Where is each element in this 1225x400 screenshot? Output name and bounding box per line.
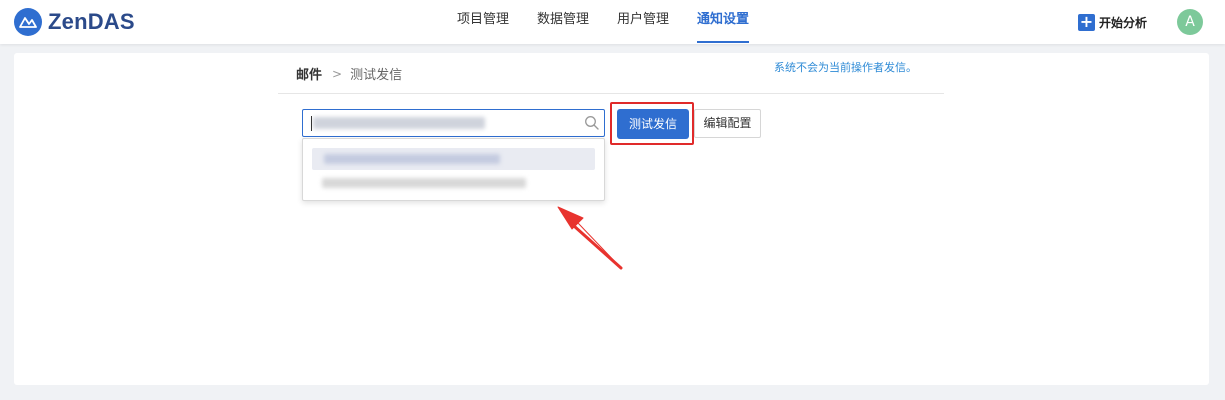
text-cursor xyxy=(311,116,312,131)
recipient-search-field[interactable] xyxy=(302,109,605,137)
breadcrumb-root[interactable]: 邮件 xyxy=(296,64,322,83)
search-icon[interactable] xyxy=(584,115,600,131)
nav-item-projects[interactable]: 项目管理 xyxy=(443,0,523,44)
plus-icon: + xyxy=(1078,11,1095,31)
start-analysis-label: 开始分析 xyxy=(1099,15,1148,30)
content-card: 邮件 > 测试发信 系统不会为当前操作者发信。 测试发信 编辑配置 xyxy=(14,53,1209,385)
test-send-button[interactable]: 测试发信 xyxy=(617,109,689,139)
nav-item-notifications[interactable]: 通知设置 xyxy=(683,0,763,44)
recipient-dropdown xyxy=(302,138,605,201)
start-analysis-button[interactable]: + 开始分析 xyxy=(1078,12,1147,32)
section-divider xyxy=(278,93,944,94)
redacted-option-text xyxy=(322,178,526,188)
logo-chart-icon xyxy=(14,8,42,36)
breadcrumb-current: 测试发信 xyxy=(350,68,403,83)
app-name: ZenDAS xyxy=(48,9,135,34)
app-logo[interactable]: ZenDAS xyxy=(14,8,135,36)
dropdown-option-1[interactable] xyxy=(312,148,595,170)
nav-item-data[interactable]: 数据管理 xyxy=(523,0,603,44)
avatar[interactable]: A xyxy=(1177,9,1203,35)
main-nav: 项目管理 数据管理 用户管理 通知设置 xyxy=(443,0,763,44)
dropdown-option-2[interactable] xyxy=(312,172,595,194)
edit-config-button[interactable]: 编辑配置 xyxy=(694,109,761,138)
breadcrumb-separator: > xyxy=(332,66,343,81)
top-navigation-bar: ZenDAS 项目管理 数据管理 用户管理 通知设置 + 开始分析 A xyxy=(0,0,1225,44)
breadcrumb: 邮件 > 测试发信 xyxy=(296,64,403,84)
nav-item-users[interactable]: 用户管理 xyxy=(603,0,683,44)
redacted-input-value xyxy=(313,117,485,129)
redacted-option-text xyxy=(324,154,500,164)
notice-text: 系统不会为当前操作者发信。 xyxy=(774,61,917,74)
